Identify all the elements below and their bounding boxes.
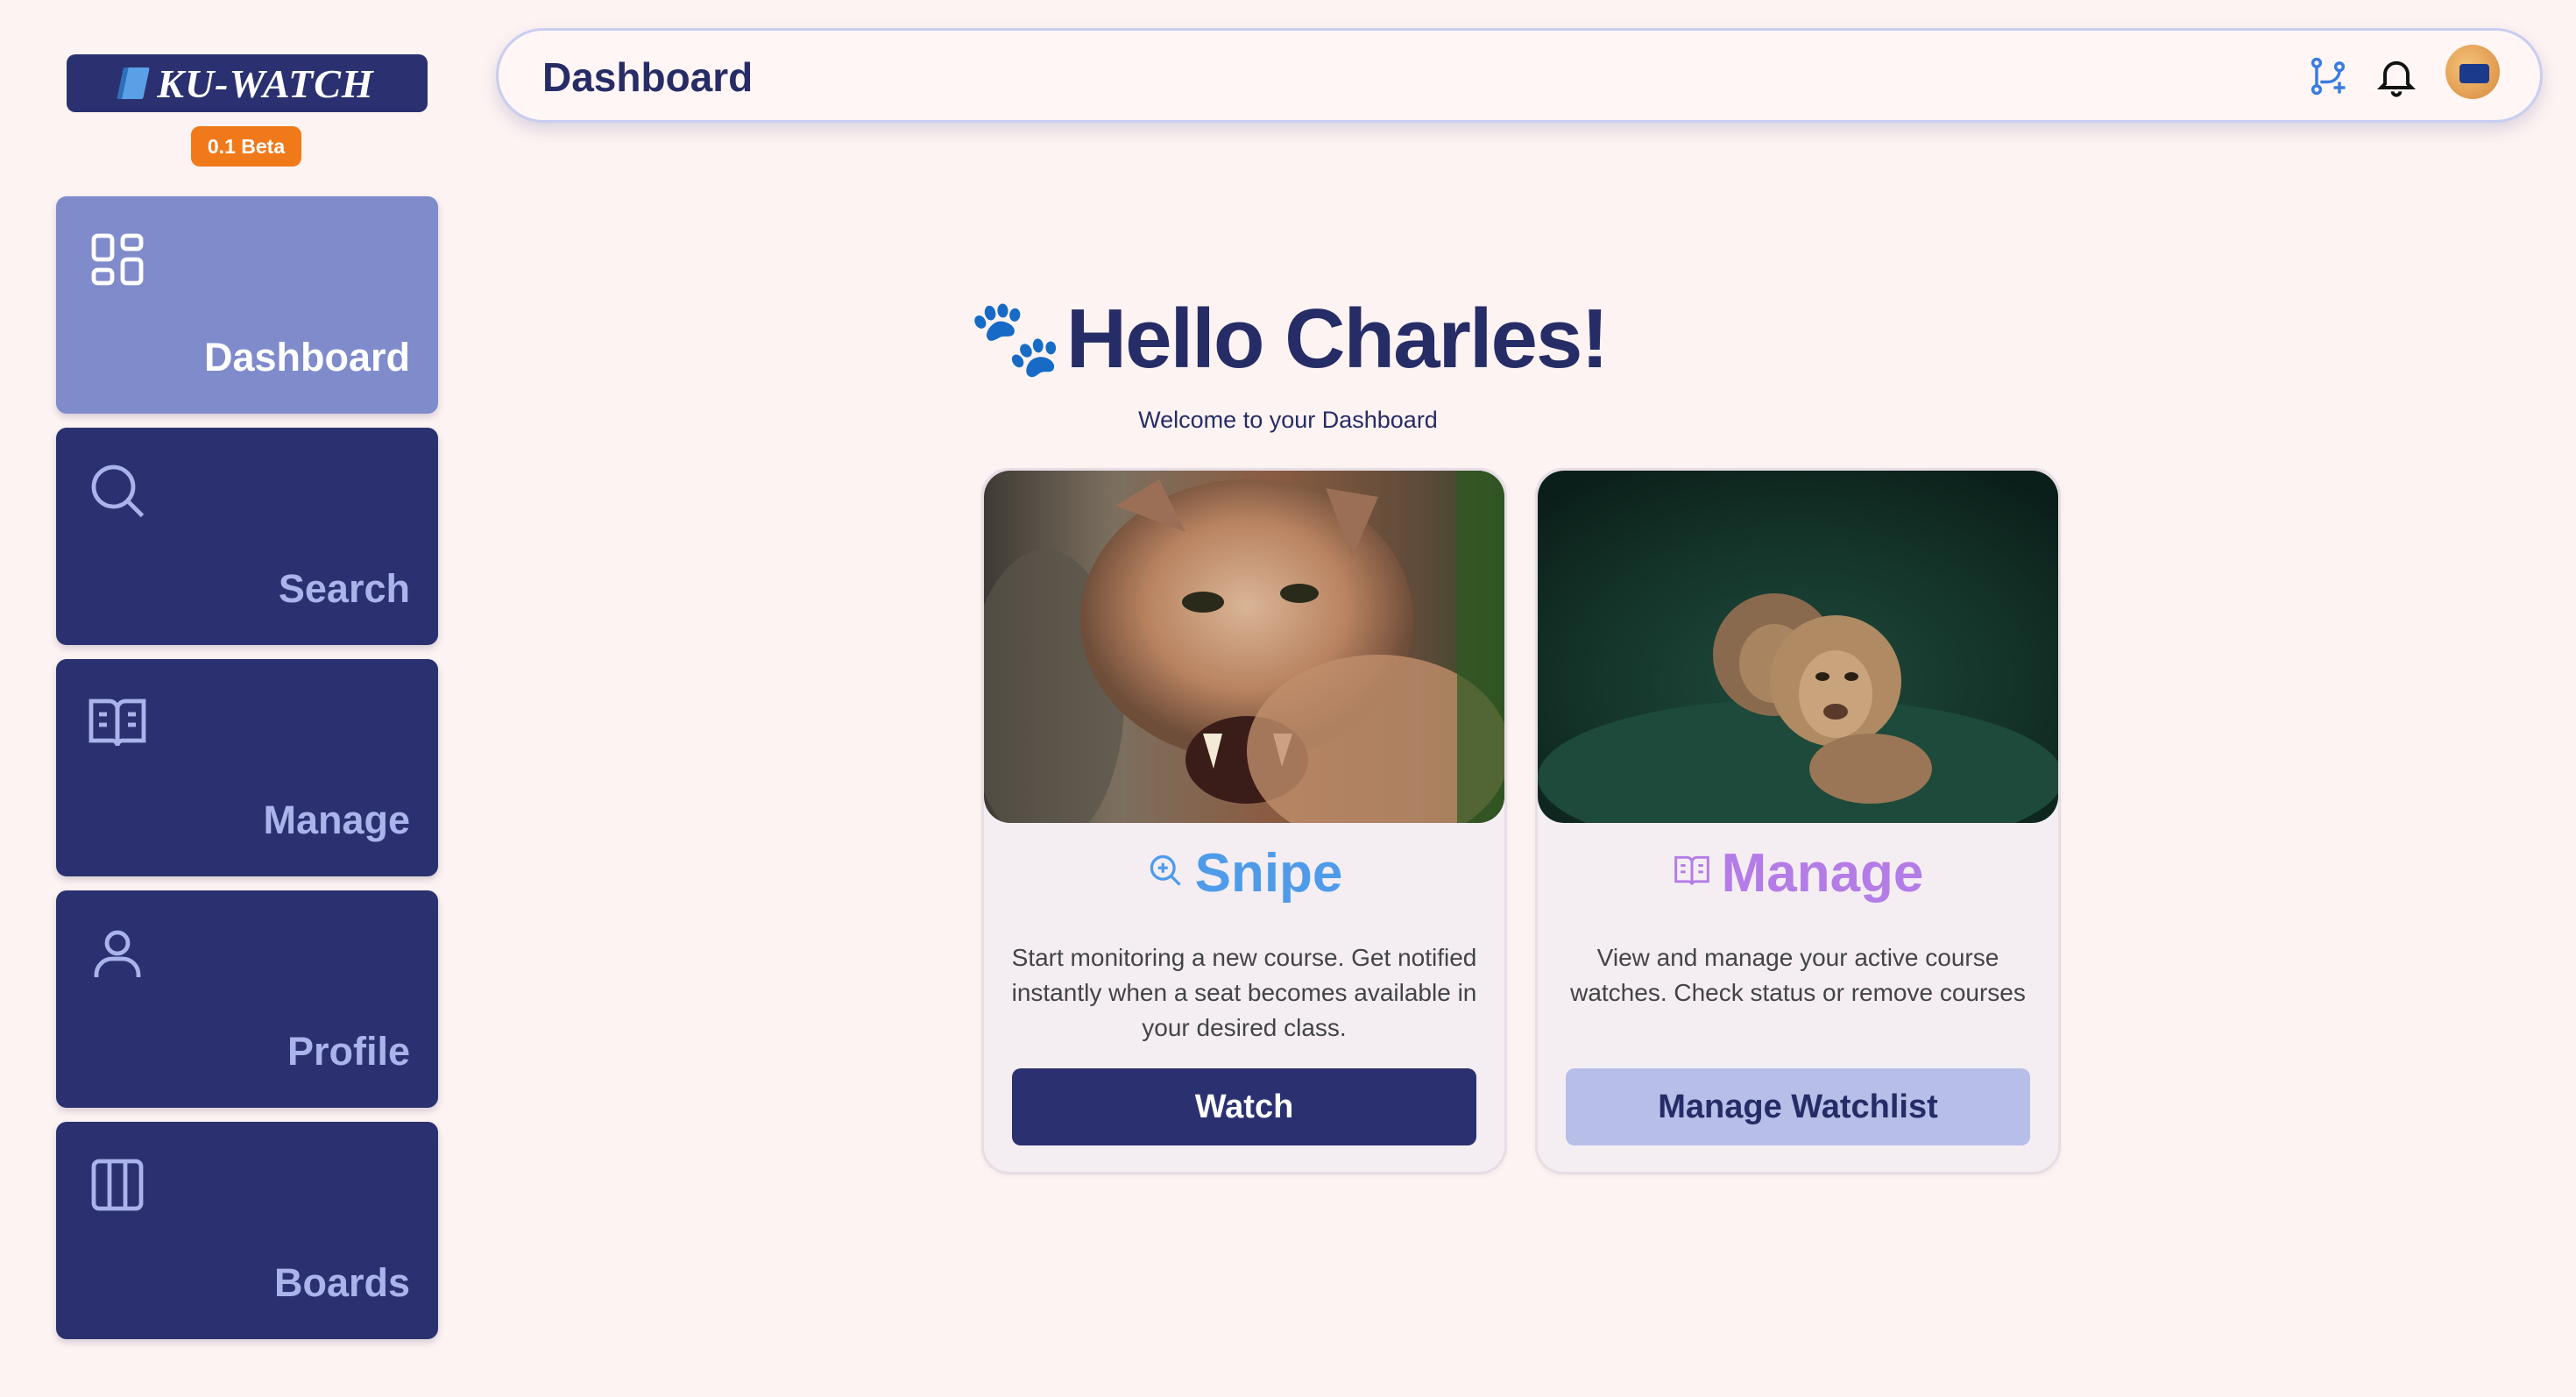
snipe-description: Start monitoring a new course. Get notif…	[1011, 944, 1477, 1041]
greeting-text: Hello Charles!	[1065, 292, 1610, 386]
manage-title: Manage	[1538, 842, 2058, 904]
open-book-icon	[1674, 855, 1709, 885]
sidebar-item-search[interactable]: Search	[56, 428, 438, 645]
sidebar-item-label: Manage	[263, 798, 410, 842]
page-title: Dashboard	[542, 54, 754, 100]
sidebar-item-profile[interactable]: Profile	[56, 890, 438, 1108]
manage-description: View and manage your active course watch…	[1570, 944, 2026, 1006]
snipe-card: Snipe Start monitoring a new course. Get…	[981, 468, 1507, 1174]
sidebar-item-label: Boards	[273, 1260, 410, 1305]
app-name: KU-WATCH	[157, 60, 374, 106]
cougar-photo	[984, 471, 1504, 823]
sidebar-item-label: Search	[278, 566, 410, 611]
top-bar: Dashboard	[496, 28, 2543, 123]
manage-watchlist-button[interactable]: Manage Watchlist	[1566, 1068, 2030, 1145]
manage-title-text: Manage	[1721, 843, 1924, 904]
zoom-in-icon	[1150, 855, 1181, 886]
dashboard-grid-icon	[91, 233, 144, 286]
paw-icon: 🐾	[968, 296, 1063, 380]
columns-icon	[91, 1159, 144, 1211]
bell-icon[interactable]	[2374, 53, 2419, 99]
book-icon	[117, 67, 151, 99]
manage-card: Manage View and manage your active cours…	[1535, 468, 2061, 1174]
user-icon	[94, 930, 141, 977]
snipe-title: Snipe	[984, 842, 1504, 904]
sidebar-item-label: Profile	[287, 1029, 410, 1074]
lioness-photo	[1538, 471, 2058, 823]
snipe-title-text: Snipe	[1194, 843, 1343, 904]
open-book-icon	[88, 698, 146, 747]
version-badge: 0.1 Beta	[191, 126, 301, 167]
greeting-heading: 🐾Hello Charles!	[0, 291, 2576, 387]
search-icon	[91, 464, 145, 518]
git-branch-icon[interactable]	[2305, 53, 2351, 99]
avatar-image	[2459, 64, 2489, 83]
sidebar-item-boards[interactable]: Boards	[56, 1122, 438, 1339]
sidebar-item-manage[interactable]: Manage	[56, 659, 438, 876]
avatar[interactable]	[2445, 45, 2500, 99]
greeting-subtitle: Welcome to your Dashboard	[1138, 407, 1438, 433]
watch-button[interactable]: Watch	[1012, 1068, 1476, 1145]
app-logo[interactable]: KU-WATCH	[67, 54, 428, 112]
